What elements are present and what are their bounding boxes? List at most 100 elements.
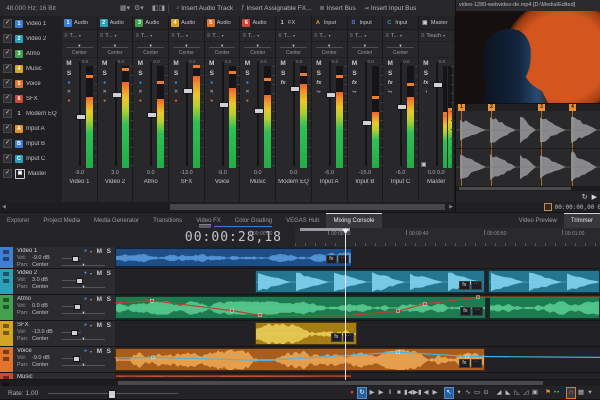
- channel-checkbox[interactable]: ✓: [3, 79, 12, 88]
- automation-mode-value[interactable]: T...: [105, 33, 112, 39]
- channel-list-item-video-2[interactable]: ✓ 2 Video 2: [0, 31, 62, 46]
- solo-button[interactable]: S: [352, 70, 356, 77]
- transport-play-from-start-icon[interactable]: ▶: [368, 388, 376, 398]
- channel-list-item-atmo[interactable]: ✓ 3 Atmo: [0, 46, 62, 61]
- track-vol-slider-thumb[interactable]: [72, 356, 80, 362]
- fx-chain-icon[interactable]: fx: [352, 80, 357, 86]
- track-pan-slider-thumb[interactable]: ▼: [82, 336, 86, 341]
- audio-event-clip[interactable]: fx ⋯: [255, 270, 485, 293]
- input-monitor-icon[interactable]: ⮡: [317, 89, 321, 95]
- fader-thumb[interactable]: [111, 92, 122, 98]
- input-monitor-icon[interactable]: ⮡: [352, 89, 356, 95]
- insert-button-insert-audio-track[interactable]: ♪ Insert Audio Track: [172, 1, 237, 15]
- track-automation-icon[interactable]: ●: [84, 348, 87, 354]
- track-name[interactable]: SFX: [17, 322, 29, 328]
- track-pan-slider[interactable]: ▼: [62, 336, 105, 341]
- automation-write-icon[interactable]: ●: [210, 80, 213, 86]
- channel-checkbox[interactable]: ✓: [3, 19, 12, 28]
- track-solo-button[interactable]: S: [107, 296, 111, 303]
- dock-tab-vegas-hub[interactable]: VEGAS Hub: [279, 213, 326, 229]
- channel-list-item-music[interactable]: ✓ 4 Music: [0, 61, 62, 76]
- transport-next-frame-icon[interactable]: ▶: [431, 388, 439, 398]
- automation-write-icon[interactable]: ●: [67, 80, 70, 86]
- plugin-chain-icon[interactable]: ≡: [385, 33, 389, 39]
- track-mute-button[interactable]: M: [97, 270, 102, 277]
- automation-dropdown-icon[interactable]: ▾: [186, 33, 188, 38]
- audio-event-clip[interactable]: fx ⋯: [255, 322, 357, 345]
- fx-bypass-icon[interactable]: ✕: [103, 89, 107, 95]
- track-name[interactable]: Video 1: [17, 248, 37, 254]
- fader-track[interactable]: [361, 62, 372, 166]
- automation-mode-value[interactable]: T...: [391, 33, 398, 39]
- automation-mode-value[interactable]: T...: [212, 33, 219, 39]
- lock-icon[interactable]: ▣: [421, 161, 427, 168]
- solo-button[interactable]: S: [388, 70, 392, 77]
- downmix-output-icon[interactable]: ◧: [152, 4, 159, 12]
- track-vol-value[interactable]: 3.0 dB: [32, 277, 48, 283]
- track-pan-slider-thumb[interactable]: ▼: [82, 262, 86, 267]
- track-header[interactable]: Voice ● ▾ M S Vol: -9.0 dB Pan: Center ▼: [0, 347, 116, 372]
- trimmer-play-icon[interactable]: ▶: [592, 193, 597, 201]
- fader-track[interactable]: [183, 62, 194, 166]
- automation-write-icon[interactable]: ●: [175, 80, 178, 86]
- record-arm-icon[interactable]: ●: [139, 98, 142, 104]
- pan-thumb[interactable]: ▼: [291, 43, 295, 48]
- track-vol-slider[interactable]: [62, 356, 81, 362]
- dock-tab-transitions[interactable]: Transitions: [146, 213, 189, 229]
- automation-dropdown-icon[interactable]: ▾: [115, 33, 117, 38]
- track-automation-icon[interactable]: ●: [84, 296, 87, 302]
- channel-checkbox[interactable]: ✓: [3, 109, 12, 118]
- plugin-chain-icon[interactable]: ≡: [100, 33, 104, 39]
- record-arm-icon[interactable]: ●: [210, 98, 213, 104]
- insert-button-insert-bus[interactable]: ≣ Insert Bus: [315, 1, 359, 15]
- mute-button[interactable]: M: [280, 60, 285, 67]
- pan-thumb[interactable]: ▼: [77, 43, 81, 48]
- track-automation-dropdown-icon[interactable]: ▾: [90, 297, 92, 302]
- fx-label[interactable]: fx: [459, 281, 470, 290]
- track-vol-slider[interactable]: [62, 304, 81, 310]
- transport-region-icon[interactable]: ••: [553, 388, 561, 398]
- rate-slider-thumb[interactable]: [108, 389, 117, 399]
- fader-track[interactable]: [218, 62, 229, 166]
- fx-bypass-icon[interactable]: ✕: [245, 89, 249, 95]
- solo-button[interactable]: S: [317, 70, 321, 77]
- track-automation-dropdown-icon[interactable]: ▾: [90, 271, 92, 276]
- transport-zoom-tool-icon[interactable]: ⊙: [482, 388, 490, 398]
- transport-envelope-tool-icon[interactable]: ∿: [464, 388, 472, 398]
- track-automation-icon[interactable]: ●: [84, 270, 87, 276]
- channel-checkbox[interactable]: ✓: [3, 49, 12, 58]
- track-name[interactable]: Video 2: [17, 270, 37, 276]
- event-fx-button[interactable]: fx ⋯: [459, 281, 482, 290]
- fx-chain-icon[interactable]: fx: [423, 80, 428, 86]
- solo-button[interactable]: S: [424, 70, 428, 77]
- track-vol-value[interactable]: -13.0 dB: [32, 329, 53, 335]
- transport-fade-in-icon[interactable]: ◺: [513, 388, 521, 398]
- trimmer-waveform[interactable]: [456, 111, 600, 186]
- track-pan-slider[interactable]: ▼: [62, 284, 105, 289]
- channel-list-item-master[interactable]: ✓ ▣ Master: [0, 166, 62, 181]
- automation-mode-value[interactable]: Touch: [426, 33, 441, 39]
- input-monitor-icon[interactable]: ⮡: [388, 89, 392, 95]
- channel-view-icon[interactable]: ▦▾: [120, 4, 130, 12]
- track-solo-button[interactable]: S: [107, 322, 111, 329]
- channel-checkbox[interactable]: ✓: [3, 34, 12, 43]
- plugin-chain-icon[interactable]: ≡: [421, 33, 425, 39]
- transport-edit-tool-icon[interactable]: ↖: [444, 387, 454, 399]
- plugin-chain-icon[interactable]: ≡: [64, 33, 68, 39]
- track-name[interactable]: Atmo: [17, 296, 31, 302]
- transport-fade-out-icon[interactable]: ◿: [522, 388, 530, 398]
- trimmer-marker-1[interactable]: 1: [458, 104, 465, 111]
- fx-bypass-icon[interactable]: ✕: [210, 89, 214, 95]
- dock-tab-video-preview[interactable]: Video Preview: [512, 213, 564, 229]
- fader-thumb[interactable]: [183, 88, 194, 94]
- automation-dropdown-icon[interactable]: ▾: [364, 33, 366, 38]
- channel-checkbox[interactable]: ✓: [3, 94, 12, 103]
- mute-button[interactable]: M: [352, 60, 357, 67]
- dim-output-icon[interactable]: ◑: [424, 89, 427, 95]
- automation-dropdown-icon[interactable]: ▾: [400, 33, 402, 38]
- strip-pan[interactable]: ▼ Center: [169, 42, 204, 58]
- track-lane[interactable]: fx ⋯: [115, 347, 600, 372]
- fx-chain-icon[interactable]: fx: [281, 80, 286, 86]
- pan-thumb[interactable]: ▼: [149, 43, 153, 48]
- track-pan-value[interactable]: Center: [32, 336, 49, 342]
